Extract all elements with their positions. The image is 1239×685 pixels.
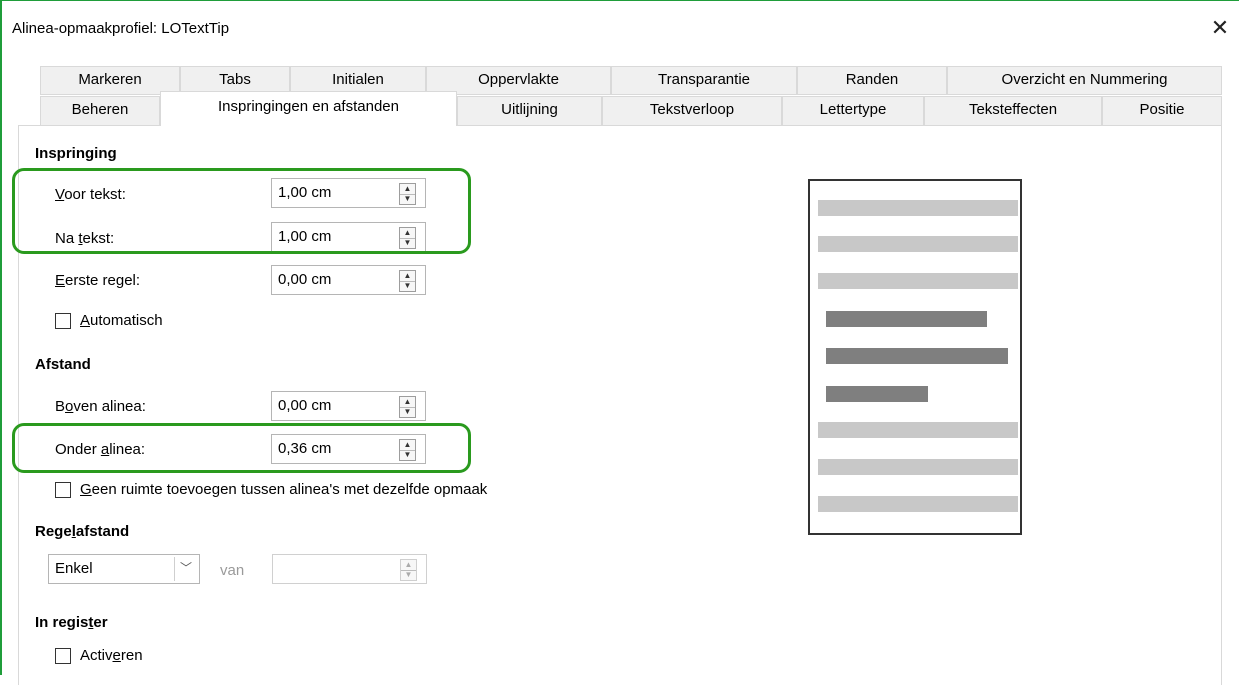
chevron-down-icon[interactable]: ﹀ xyxy=(174,557,197,581)
geen-ruimte-checkbox[interactable] xyxy=(55,482,71,498)
linespacing-select[interactable]: Enkel ﹀ xyxy=(48,554,200,584)
boven-alinea-value[interactable]: 0,00 cm xyxy=(278,397,331,414)
tab-beheren[interactable]: Beheren xyxy=(40,96,160,126)
spin-arrows-icon[interactable]: ▲ ▼ xyxy=(399,270,416,292)
eerste-regel-value[interactable]: 0,00 cm xyxy=(278,271,331,288)
preview-line xyxy=(818,459,1018,475)
tab-uitlijning[interactable]: Uitlijning xyxy=(457,96,602,126)
paragraph-preview xyxy=(808,179,1022,535)
activeren-label: Activeren xyxy=(80,647,143,664)
tab-overzicht-en-nummering[interactable]: Overzicht en Nummering xyxy=(947,66,1222,95)
window-title: Alinea-opmaakprofiel: LOTextTip xyxy=(12,20,230,37)
tab-transparantie[interactable]: Transparantie xyxy=(611,66,797,95)
indent-heading: Inspringing xyxy=(35,145,117,162)
preview-line xyxy=(818,236,1018,252)
window-border-left xyxy=(0,0,2,675)
preview-line-active xyxy=(826,311,987,327)
preview-line xyxy=(818,273,1018,289)
linespacing-selected: Enkel xyxy=(55,560,93,577)
eerste-regel-label: Eerste regel: xyxy=(55,272,141,289)
spacing-heading: Afstand xyxy=(35,356,91,373)
geen-ruimte-label: Geen ruimte toevoegen tussen alinea's me… xyxy=(80,481,488,498)
tab-teksteffecten[interactable]: Teksteffecten xyxy=(924,96,1102,126)
automatisch-checkbox[interactable] xyxy=(55,313,71,329)
tab-lettertype[interactable]: Lettertype xyxy=(782,96,924,126)
close-icon[interactable]: ✕ xyxy=(1205,13,1235,43)
title-bar: Alinea-opmaakprofiel: LOTextTip ✕ xyxy=(2,1,1239,59)
boven-alinea-field[interactable]: 0,00 cm ▲ ▼ xyxy=(271,391,426,421)
tab-inspringingen-en-afstanden[interactable]: Inspringingen en afstanden xyxy=(160,91,457,126)
preview-line-active xyxy=(826,348,1008,364)
tab-tekstverloop[interactable]: Tekstverloop xyxy=(602,96,782,126)
linespacing-heading: Regelafstand xyxy=(35,523,130,540)
preview-line-active xyxy=(826,386,928,402)
preview-line xyxy=(818,200,1018,216)
register-heading: In register xyxy=(35,614,108,631)
linespacing-value-field[interactable]: ▲ ▼ xyxy=(272,554,427,584)
van-label: van xyxy=(220,562,245,579)
boven-alinea-label: Boven alinea: xyxy=(55,398,146,415)
spin-arrows-icon[interactable]: ▲ ▼ xyxy=(399,396,416,418)
automatisch-label: Automatisch xyxy=(80,312,163,329)
preview-line xyxy=(818,422,1018,438)
tab-markeren[interactable]: Markeren xyxy=(40,66,180,95)
highlight-spacing xyxy=(12,423,471,473)
preview-line xyxy=(818,496,1018,512)
eerste-regel-field[interactable]: 0,00 cm ▲ ▼ xyxy=(271,265,426,295)
highlight-indent xyxy=(12,168,471,254)
tab-randen[interactable]: Randen xyxy=(797,66,947,95)
spin-arrows-icon[interactable]: ▲ ▼ xyxy=(400,559,417,581)
tab-positie[interactable]: Positie xyxy=(1102,96,1222,126)
activeren-checkbox[interactable] xyxy=(55,648,71,664)
